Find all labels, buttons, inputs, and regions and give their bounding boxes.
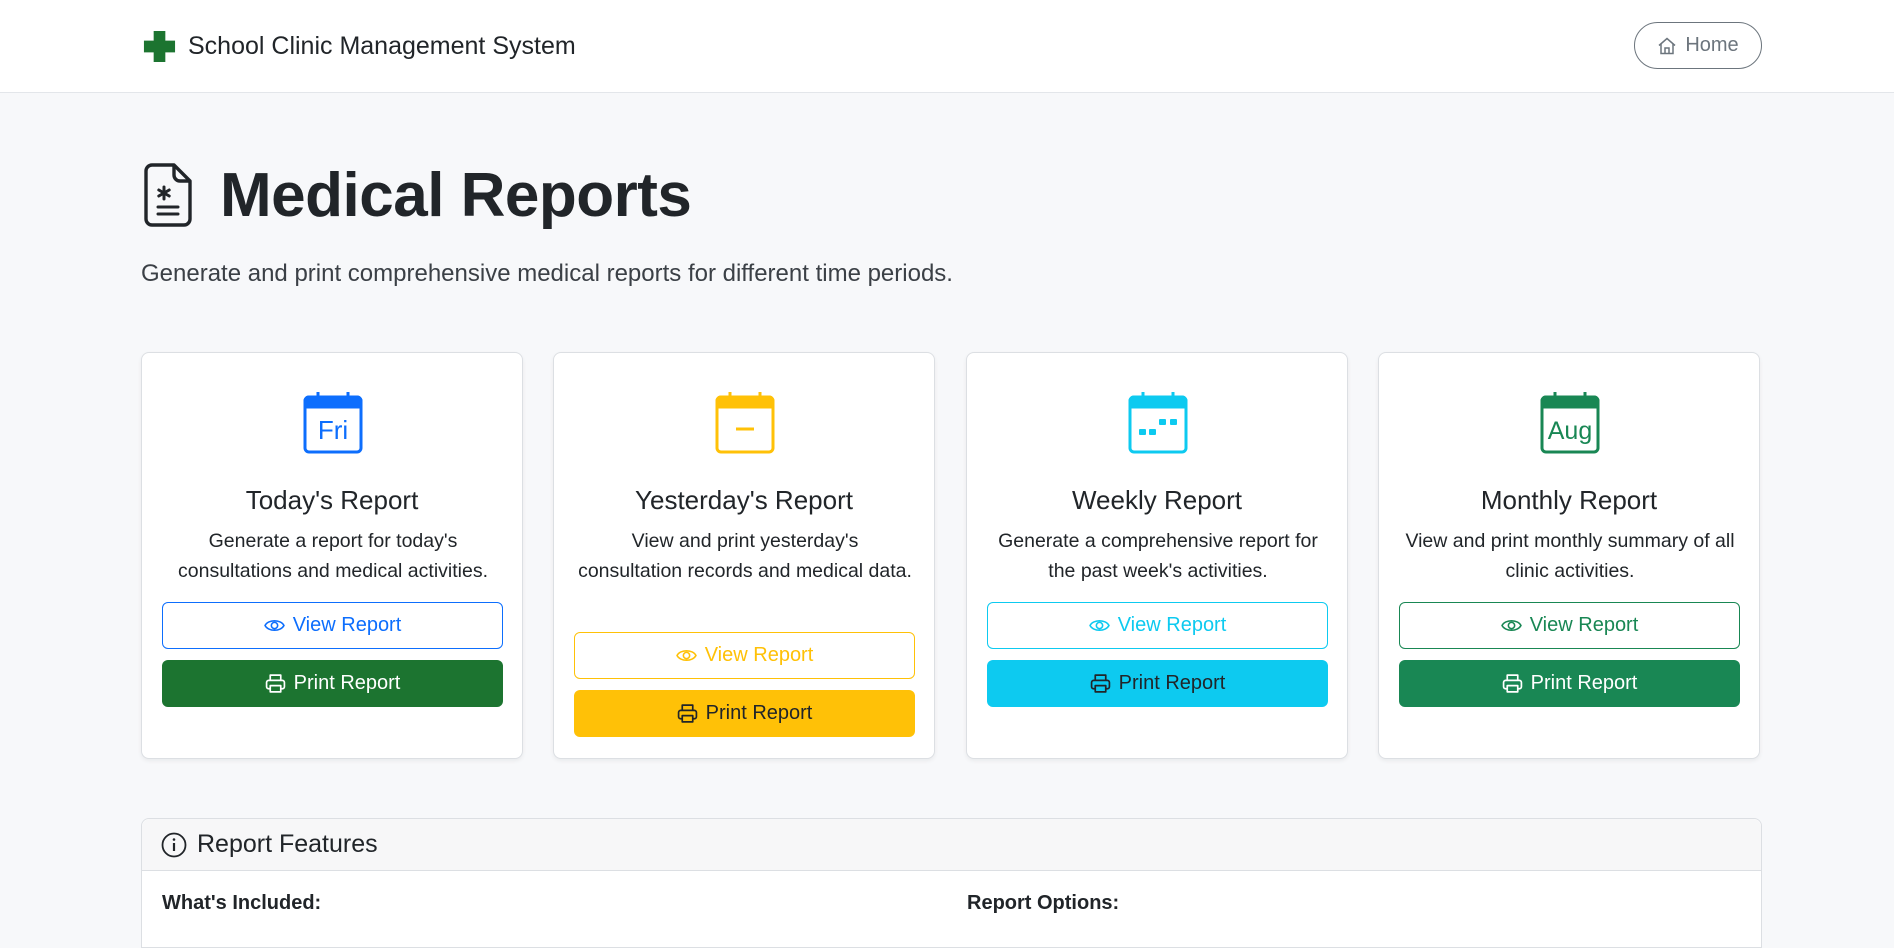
home-button[interactable]: Home	[1634, 22, 1762, 69]
brand[interactable]: School Clinic Management System	[142, 26, 576, 66]
card-title: Today's Report	[245, 485, 419, 515]
house-icon	[1658, 37, 1676, 54]
eye-icon	[675, 649, 697, 662]
eye-icon	[263, 619, 285, 632]
print-report-label: Print Report	[1118, 672, 1226, 694]
navbar: School Clinic Management System Home	[0, 0, 1894, 93]
print-report-label: Print Report	[705, 702, 813, 724]
medical-cross-icon	[143, 30, 176, 62]
view-report-button[interactable]: View Report	[162, 602, 503, 649]
page-lead: Generate and print comprehensive medical…	[141, 260, 953, 287]
view-report-label: View Report	[1529, 614, 1639, 636]
info-circle-icon	[161, 832, 187, 857]
print-report-button[interactable]: Print Report	[574, 690, 915, 737]
page-title: Medical Reports	[142, 155, 692, 235]
report-features-header: Report Features	[142, 819, 1761, 871]
print-report-label: Print Report	[293, 672, 401, 694]
medical-file-icon	[144, 163, 192, 227]
calendar-minus-icon	[715, 392, 775, 454]
print-report-button[interactable]: Print Report	[1399, 660, 1740, 707]
printer-icon	[1502, 674, 1522, 693]
calendar-week-icon	[1128, 392, 1188, 454]
card-weekly-report: Weekly Report Generate a comprehensive r…	[966, 352, 1348, 759]
whats-included-heading: What's Included:	[162, 892, 322, 914]
calendar-month-text: Aug	[1548, 417, 1592, 445]
view-report-button[interactable]: View Report	[574, 632, 915, 679]
view-report-button[interactable]: View Report	[987, 602, 1328, 649]
report-features-panel: Report Features What's Included: Report …	[141, 818, 1762, 948]
view-report-button[interactable]: View Report	[1399, 602, 1740, 649]
print-report-button[interactable]: Print Report	[162, 660, 503, 707]
page-heading: Medical Reports	[220, 160, 692, 230]
card-description: Generate a report for today's consultati…	[178, 530, 488, 582]
printer-icon	[677, 704, 697, 723]
home-label: Home	[1685, 34, 1739, 56]
printer-icon	[1090, 674, 1110, 693]
card-title: Weekly Report	[1071, 485, 1243, 515]
card-title: Yesterday's Report	[635, 485, 853, 515]
print-report-button[interactable]: Print Report	[987, 660, 1328, 707]
calendar-day-icon: Fri	[303, 392, 363, 454]
card-today-report: Fri Today's Report Generate a report for…	[141, 352, 523, 759]
view-report-label: View Report	[292, 614, 402, 636]
card-yesterday-report: Yesterday's Report View and print yester…	[553, 352, 935, 759]
card-monthly-report: Aug Monthly Report View and print monthl…	[1378, 352, 1760, 759]
brand-title: School Clinic Management System	[188, 31, 576, 60]
card-title: Monthly Report	[1480, 485, 1658, 515]
printer-icon	[265, 674, 285, 693]
eye-icon	[1088, 619, 1110, 632]
view-report-label: View Report	[704, 644, 814, 666]
report-features-title: Report Features	[197, 830, 378, 858]
eye-icon	[1500, 619, 1522, 632]
card-description: Generate a comprehensive report for the …	[998, 530, 1318, 582]
calendar-month-icon: Aug	[1540, 392, 1600, 454]
card-description: View and print yesterday's consultation …	[578, 530, 912, 582]
calendar-day-text: Fri	[318, 415, 348, 445]
print-report-label: Print Report	[1530, 672, 1638, 694]
report-options-heading: Report Options:	[967, 892, 1120, 914]
view-report-label: View Report	[1117, 614, 1227, 636]
card-description: View and print monthly summary of all cl…	[1405, 530, 1735, 582]
